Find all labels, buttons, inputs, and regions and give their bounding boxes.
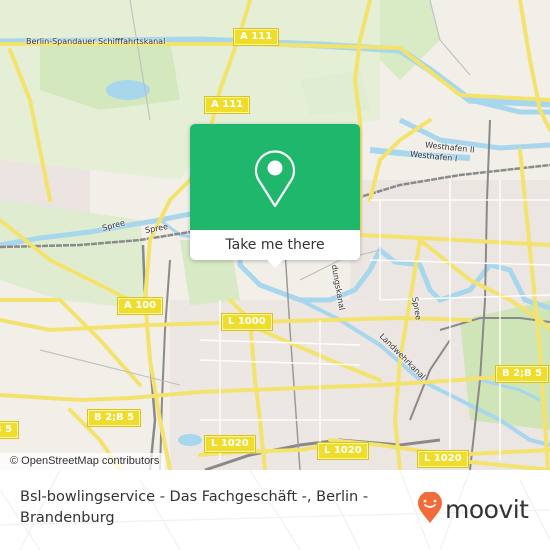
road-label-a100: A 100	[118, 298, 163, 314]
moovit-pin-icon	[417, 491, 443, 528]
road-label-a111: A 111	[205, 97, 250, 113]
road-label-a111: A 111	[234, 29, 279, 45]
road-label-l1020: L 1020	[418, 451, 468, 467]
road-label-l1000: L 1000	[222, 314, 272, 330]
road-label-b5: B 5	[0, 422, 19, 438]
popup-pointer	[266, 259, 284, 268]
road-label-b2b5: B 2;B 5	[496, 366, 549, 382]
map-attribution[interactable]: © OpenStreetMap contributors	[0, 453, 166, 470]
place-title: Bsl-bowlingservice - Das Fachgeschäft -,…	[20, 489, 369, 526]
map[interactable]: Berlin-Spandauer Schifffahrtskanal Westh…	[0, 0, 550, 470]
moovit-logo[interactable]: moovit	[417, 491, 529, 528]
moovit-wordmark: moovit	[445, 495, 529, 524]
water-label-schifffahrtskanal: Berlin-Spandauer Schifffahrtskanal	[26, 37, 166, 46]
road-label-l1020: L 1020	[205, 436, 255, 452]
road-label-l1020: L 1020	[318, 443, 368, 459]
location-popup[interactable]: Take me there	[190, 124, 360, 268]
take-me-there-button[interactable]: Take me there	[190, 230, 360, 260]
popup-header	[190, 124, 360, 230]
road-label-b2b5: B 2;B 5	[88, 410, 141, 426]
footer: Bsl-bowlingservice - Das Fachgeschäft -,…	[0, 470, 550, 550]
